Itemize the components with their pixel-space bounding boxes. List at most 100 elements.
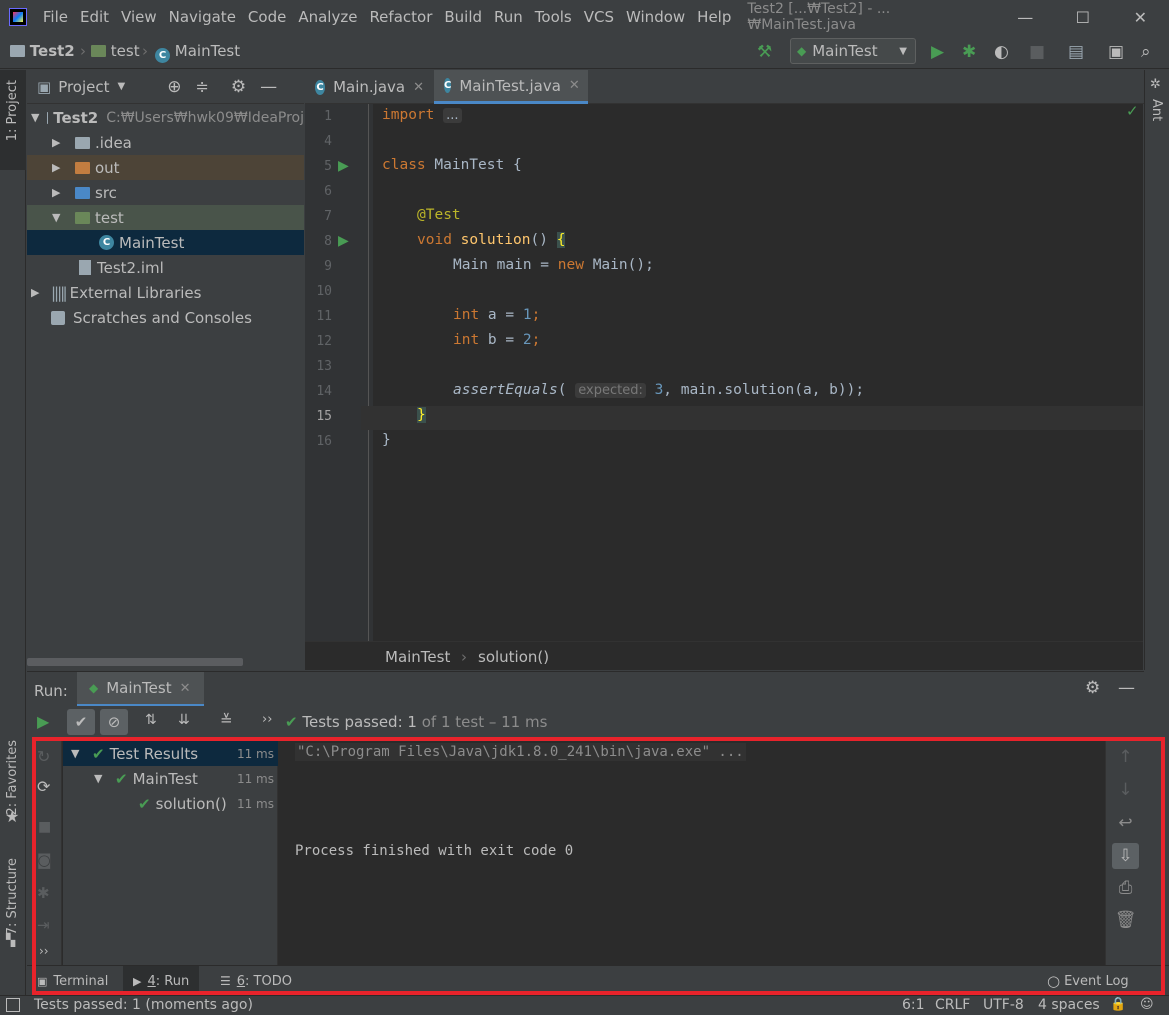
- tree-item-out[interactable]: ▶ out: [27, 155, 304, 180]
- close-tab-icon[interactable]: ✕: [413, 80, 424, 95]
- status-line-separator[interactable]: CRLF: [935, 997, 970, 1013]
- menu-vcs[interactable]: VCS: [584, 8, 614, 26]
- menu-build[interactable]: Build: [444, 8, 482, 26]
- status-message[interactable]: Tests passed: 1 (moments ago): [34, 997, 253, 1013]
- toggle-auto-test-icon[interactable]: ⟳: [37, 777, 50, 796]
- menu-window[interactable]: Window: [626, 8, 685, 26]
- minimize-button[interactable]: —: [997, 8, 1054, 27]
- arrow-down-icon[interactable]: ↓: [1106, 780, 1145, 800]
- project-tool-tab[interactable]: 1: Project: [0, 70, 26, 170]
- hide-panel-icon[interactable]: —: [1118, 678, 1135, 698]
- soft-wrap-icon[interactable]: ↩: [1106, 813, 1145, 833]
- tab-event-log[interactable]: ○ Event Log: [1037, 966, 1139, 996]
- run-icon[interactable]: ▶: [931, 42, 944, 62]
- maximize-button[interactable]: ☐: [1054, 8, 1111, 27]
- breadcrumb-method[interactable]: solution(): [478, 648, 549, 666]
- status-caret-position[interactable]: 6:1: [902, 997, 925, 1013]
- menu-navigate[interactable]: Navigate: [169, 8, 236, 26]
- project-structure-icon[interactable]: ▤: [1068, 42, 1084, 62]
- tree-item-test[interactable]: ▼ test: [27, 205, 304, 230]
- gear-icon[interactable]: ⚙: [231, 77, 246, 97]
- arrow-up-icon[interactable]: ↑: [1106, 747, 1145, 767]
- console-output[interactable]: "C:\Program Files\Java\jdk1.8.0_241\bin\…: [279, 739, 1105, 965]
- debug-icon[interactable]: ✱: [37, 884, 50, 902]
- gear-icon[interactable]: ⚙: [1085, 678, 1100, 698]
- tab-main-java[interactable]: C Main.java ✕: [305, 70, 434, 104]
- rerun-failed-icon[interactable]: ↻: [37, 747, 50, 766]
- locate-icon[interactable]: ⊕: [167, 77, 181, 97]
- structure-tool-tab[interactable]: 7: Structure ▚: [0, 855, 26, 955]
- menu-edit[interactable]: Edit: [80, 8, 109, 26]
- hide-panel-icon[interactable]: —: [260, 77, 277, 97]
- inspection-ok-icon[interactable]: ✓: [1126, 102, 1139, 120]
- project-panel-title[interactable]: Project: [58, 78, 109, 96]
- rerun-icon[interactable]: ▶: [37, 712, 49, 731]
- intellij-logo-icon[interactable]: [9, 8, 27, 26]
- run-test-gutter-icon[interactable]: ▶: [338, 158, 349, 174]
- breadcrumb-test[interactable]: test: [91, 42, 140, 60]
- test-row-results[interactable]: ▼ ✔ Test Results 11 ms: [63, 741, 278, 766]
- test-row-solution[interactable]: ✔ solution() 11 ms: [63, 791, 278, 816]
- print-icon[interactable]: ⎙: [1106, 878, 1145, 898]
- stop-icon[interactable]: ■: [38, 819, 51, 835]
- show-ignored-toggle[interactable]: ⊘: [100, 709, 128, 735]
- tab-todo[interactable]: ☰ 6: TODO: [210, 966, 302, 996]
- coverage-icon[interactable]: ◐: [994, 42, 1009, 62]
- inspector-icon[interactable]: ☺: [1140, 997, 1154, 1012]
- presentation-icon[interactable]: ▣: [1108, 42, 1124, 62]
- tab-run[interactable]: ▶ 4: Run: [123, 966, 200, 996]
- search-icon[interactable]: ⌕: [1141, 42, 1151, 62]
- collapse-all-icon[interactable]: ≑: [195, 77, 208, 96]
- folded-imports[interactable]: ...: [443, 108, 462, 123]
- tree-item-iml[interactable]: Test2.iml: [27, 255, 304, 280]
- run-tab-maintest[interactable]: ◆ MainTest ✕: [77, 672, 204, 707]
- breadcrumb-class[interactable]: MainTest: [385, 648, 450, 666]
- camera-icon[interactable]: ◙: [37, 851, 52, 869]
- toggle-tool-windows-icon[interactable]: [6, 998, 20, 1012]
- status-indent[interactable]: 4 spaces: [1038, 997, 1100, 1013]
- menu-tools[interactable]: Tools: [535, 8, 572, 26]
- sort-alphabetically-icon[interactable]: ⇅: [145, 712, 157, 728]
- ant-tool-tab[interactable]: ✲ Ant: [1145, 75, 1169, 135]
- debug-icon[interactable]: ✱: [962, 42, 976, 62]
- menu-code[interactable]: Code: [248, 8, 286, 26]
- chevron-down-icon[interactable]: ▼: [118, 81, 126, 92]
- tab-terminal[interactable]: ▣ Terminal: [27, 966, 118, 996]
- status-encoding[interactable]: UTF-8: [983, 997, 1024, 1013]
- sort-by-duration-icon[interactable]: ⇊: [178, 712, 190, 728]
- build-hammer-icon[interactable]: ⚒: [757, 42, 772, 62]
- code-editor[interactable]: 1 4 5 6 7 8 9 10 11 12 13 14 15 16 ▶ ▶ i…: [305, 102, 1143, 641]
- tree-item-idea[interactable]: ▶ .idea: [27, 130, 304, 155]
- more-actions-icon[interactable]: ››: [262, 712, 272, 727]
- test-row-maintest[interactable]: ▼ ✔ MainTest 11 ms: [63, 766, 278, 791]
- menu-help[interactable]: Help: [697, 8, 731, 26]
- scroll-to-end-icon[interactable]: ⇩: [1112, 843, 1139, 869]
- more-actions-icon[interactable]: ››: [39, 944, 49, 958]
- tree-item-external-libraries[interactable]: ▶ |||‖ External Libraries: [27, 280, 304, 305]
- close-window-button[interactable]: ✕: [1112, 8, 1169, 27]
- menu-analyze[interactable]: Analyze: [298, 8, 357, 26]
- close-tab-icon[interactable]: ✕: [180, 681, 191, 696]
- run-test-gutter-icon[interactable]: ▶: [338, 233, 349, 249]
- trash-icon[interactable]: 🗑: [1106, 910, 1145, 930]
- stop-icon[interactable]: ■: [1029, 42, 1045, 62]
- tree-item-maintest[interactable]: C MainTest: [27, 230, 304, 255]
- favorites-tool-tab[interactable]: 2: Favorites ★: [0, 735, 26, 835]
- run-config-selector[interactable]: ◆ MainTest ▼: [790, 38, 916, 64]
- breadcrumb-maintest[interactable]: C MainTest: [155, 42, 240, 63]
- menu-run[interactable]: Run: [494, 8, 523, 26]
- export-icon[interactable]: ⇥: [37, 916, 50, 934]
- tree-item-src[interactable]: ▶ src: [27, 180, 304, 205]
- tree-item-scratches[interactable]: Scratches and Consoles: [27, 305, 304, 330]
- breadcrumb-project[interactable]: Test2: [10, 42, 75, 60]
- tree-item-root[interactable]: ▼ Test2 C:₩Users₩hwk09₩IdeaProj: [27, 105, 304, 130]
- menu-file[interactable]: File: [43, 8, 68, 26]
- show-passed-toggle[interactable]: ✔: [67, 709, 95, 735]
- menu-refactor[interactable]: Refactor: [369, 8, 432, 26]
- horizontal-scrollbar[interactable]: [27, 658, 243, 666]
- close-tab-icon[interactable]: ✕: [569, 78, 580, 93]
- lock-icon[interactable]: 🔒: [1110, 997, 1126, 1012]
- menu-view[interactable]: View: [121, 8, 157, 26]
- tab-maintest-java[interactable]: C MainTest.java ✕: [434, 70, 588, 104]
- expand-all-icon[interactable]: ≚: [220, 711, 233, 729]
